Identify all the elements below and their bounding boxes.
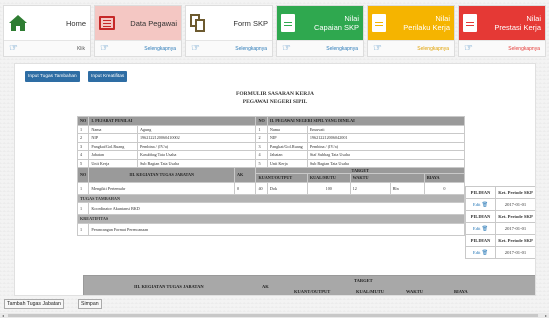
- trash-icon[interactable]: 🗑: [482, 227, 488, 232]
- form-title: FORMULIR SASARAN KERJA: [236, 91, 314, 97]
- tile-perilaku-title: Nilai Perilaku Kerja: [403, 14, 450, 32]
- col-no: NO: [255, 116, 268, 126]
- tile-capaian-title: Nilai Capaian SKP: [313, 14, 359, 32]
- table-row: 4 Jabatan Kasubbag Tata Usaha 4 Jabatan Staf…: [76, 150, 466, 160]
- table-row: 2 NIP 1962122120060410002 2 NIP 196212212006…: [76, 133, 466, 143]
- table-row: 1 Nama Agung 1 Nama Ensuvati: [76, 124, 466, 134]
- scrollbar-thumb[interactable]: [8, 314, 538, 317]
- skp-form-panel: Input Tugas Tambahan Input Kreatifitas F…: [14, 63, 536, 296]
- table-row: 1 Mengikti Pertemuhr 0 40 Dok 100 12 Bln…: [76, 181, 466, 195]
- form-subtitle: PEGAWAI NEGERI SIPIL: [242, 99, 308, 105]
- hand-pointer-icon: ☞: [373, 43, 382, 54]
- trash-icon[interactable]: 🗑: [482, 251, 488, 256]
- tile-data-title: Data Pegawai: [130, 18, 177, 28]
- actions-table: PILIHAN Ket. Periode SKP Edit 🗑 2017-01-0…: [465, 186, 535, 259]
- trash-icon[interactable]: 🗑: [482, 203, 488, 208]
- document-icon: [281, 14, 295, 32]
- tile-form-title: Form SKP: [233, 18, 268, 28]
- tile-capaian-link[interactable]: Selengkapnya: [326, 46, 358, 52]
- kegiatan-bottom-header: III. KEGIATAN TUGAS JABATAN AK TARGET KU…: [83, 275, 535, 295]
- tile-nilai-capaian[interactable]: Nilai Capaian SKP ☞ Selengkapnya: [276, 5, 364, 57]
- simpan-button[interactable]: Simpan: [78, 299, 102, 309]
- home-icon: [8, 14, 28, 32]
- kegiatan-header: III. KEGIATAN TUGAS JABATAN: [88, 167, 235, 183]
- skp-table: NO I. PEJABAT PENILAI NO II. PEGAWAI NEG…: [76, 116, 466, 236]
- tile-prestasi-link[interactable]: Selengkapnya: [508, 46, 540, 52]
- hand-pointer-icon: ☞: [9, 43, 18, 54]
- pns-dinilai-header: II. PEGAWAI NEGERI SIPIL YANG DINILAI: [266, 116, 466, 126]
- document-icon: [463, 14, 477, 32]
- tile-data-pegawai[interactable]: Data Pegawai ☞ Selengkapnya: [94, 5, 182, 57]
- ak-header: AK: [233, 167, 257, 183]
- scroll-left-icon[interactable]: ◂: [2, 313, 4, 318]
- document-icon: [372, 14, 386, 32]
- dashboard-tiles: Home ☞ Klik Data Pegawai ☞ Selengkapnya …: [3, 5, 546, 57]
- tile-form-skp[interactable]: Form SKP ☞ Selengkapnya: [185, 5, 273, 57]
- periode-value: 2017-01-01: [495, 246, 535, 259]
- hand-pointer-icon: ☞: [282, 43, 291, 54]
- tile-home-link[interactable]: Klik: [77, 46, 85, 52]
- tile-nilai-prestasi[interactable]: Nilai Prestasi Kerja ☞ Selengkapnya: [458, 5, 546, 57]
- edit-button[interactable]: Edit: [473, 250, 481, 255]
- tile-nilai-perilaku[interactable]: Nilai Perilaku Kerja ☞ Selengkapnya: [367, 5, 455, 57]
- pejabat-penilai-header: I. PEJABAT PENILAI: [88, 116, 257, 126]
- kreatifitas-section: KREATIFITAS: [77, 214, 465, 224]
- tambah-tugas-jabatan-button[interactable]: Tambah Tugas Jabatan: [4, 299, 64, 309]
- tile-home[interactable]: Home ☞ Klik: [3, 5, 91, 57]
- horizontal-scrollbar[interactable]: ◂ ▸: [0, 313, 549, 318]
- hand-pointer-icon: ☞: [464, 43, 473, 54]
- tile-home-title: Home: [65, 18, 86, 28]
- hand-pointer-icon: ☞: [100, 43, 109, 54]
- tugas-tambahan-section: TUGAS TAMBAHAN: [77, 193, 465, 203]
- tile-perilaku-link[interactable]: Selengkapnya: [417, 46, 449, 52]
- ket-periode-header: Ket. Periode SKP: [495, 186, 535, 199]
- hand-pointer-icon: ☞: [191, 43, 200, 54]
- table-row: 3 Pangkat/Gol.Ruang Pembina / (IV/a) 3 Pang…: [76, 141, 466, 151]
- table-row: 1 Perancangan Format Perencanaan: [76, 222, 465, 236]
- tile-data-link[interactable]: Selengkapnya: [144, 46, 176, 52]
- input-tugas-tambahan-button[interactable]: Input Tugas Tambahan: [25, 71, 80, 82]
- tile-prestasi-title: Nilai Prestasi Kerja: [494, 14, 541, 32]
- files-icon: [190, 14, 206, 32]
- tile-form-link[interactable]: Selengkapnya: [235, 46, 267, 52]
- edit-button[interactable]: Edit: [473, 202, 481, 207]
- list-icon: [99, 16, 115, 30]
- scroll-right-icon[interactable]: ▸: [545, 313, 547, 318]
- edit-button[interactable]: Edit: [473, 226, 481, 231]
- periode-value: 2017-01-01: [495, 222, 535, 235]
- table-row: 1 Koordinator Akuntansi BKD: [76, 202, 465, 215]
- col-no: NO: [76, 116, 90, 126]
- pilihan-header: PILIHAN: [465, 186, 496, 199]
- periode-value: 2017-01-01: [495, 198, 535, 211]
- table-row: 5 Unit Kerja Sub Bagian Tata Usaha 5 Unit K…: [76, 158, 466, 168]
- input-kreatifitas-button[interactable]: Input Kreatifitas: [88, 71, 128, 82]
